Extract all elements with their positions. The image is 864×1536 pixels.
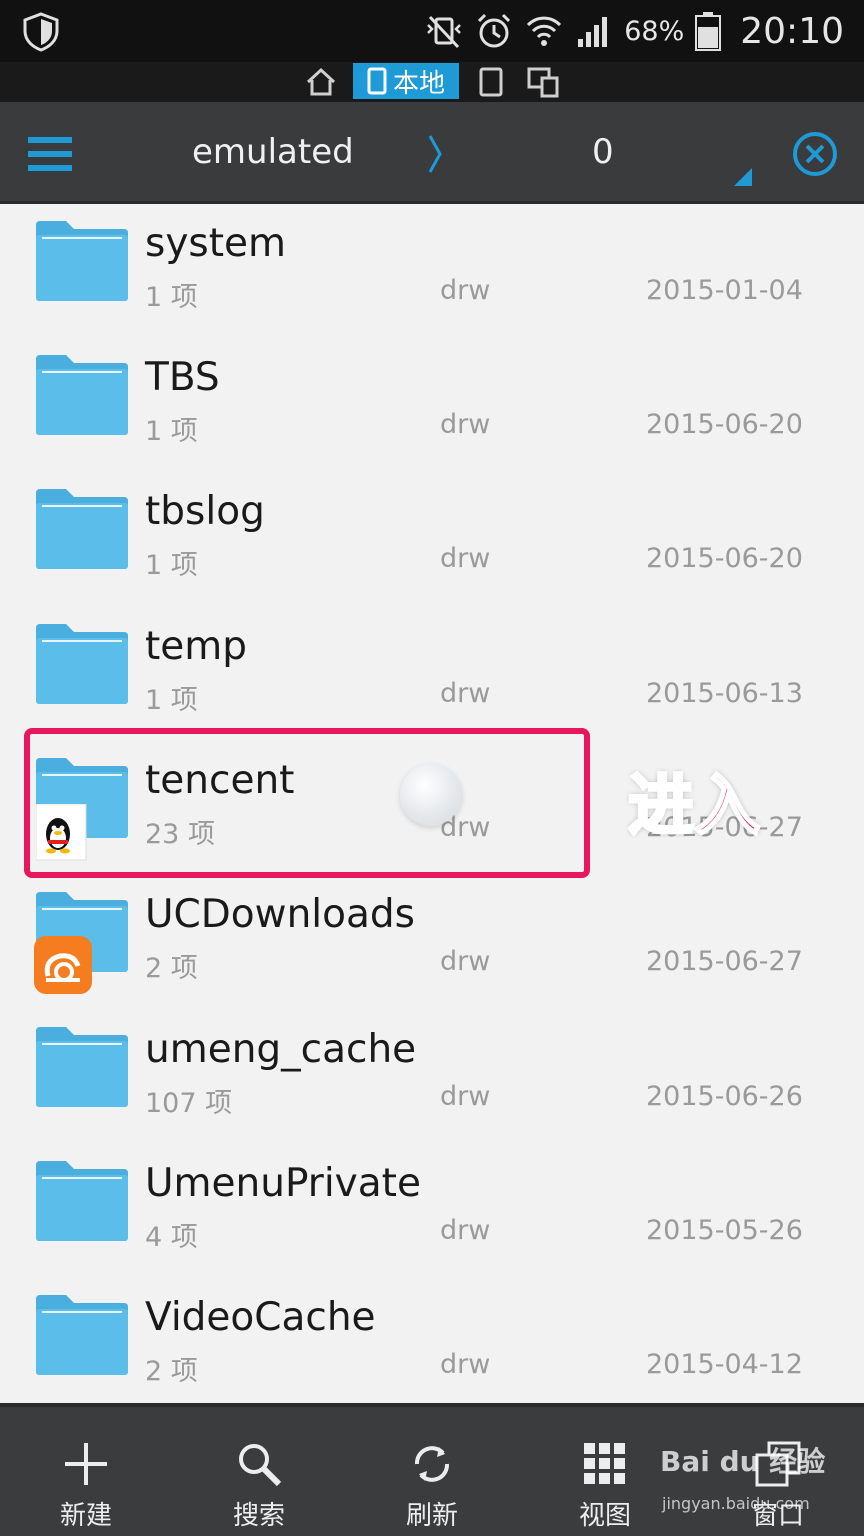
toolbar-button-search[interactable]: 搜索 [199,1407,319,1536]
tab-local[interactable]: 本地 [353,63,459,99]
breadcrumb-emulated[interactable]: emulated [192,132,354,172]
item-count: 1 项 [145,550,198,581]
refresh-icon [415,1446,449,1482]
grid-view-icon [584,1443,625,1484]
list-item[interactable]: UmenuPrivate 4 项 drw 2015-05-26 [0,1145,864,1279]
highlight-box [24,728,590,878]
touch-indicator [400,764,462,826]
uc-browser-icon [34,936,92,994]
file-name: TBS [145,355,220,400]
item-count: 1 项 [145,416,198,447]
vibrate-mute-icon [427,15,462,49]
battery-percent: 68% [624,15,685,47]
permissions: drw [440,678,491,709]
file-name: tbslog [145,489,265,534]
modified-date: 2015-04-12 [646,1349,803,1380]
path-bar: emulated 0 [0,102,864,204]
devices-icon[interactable] [526,66,560,98]
list-item[interactable]: VideoCache 2 项 drw 2015-04-12 [0,1279,864,1403]
toolbar-label: 搜索 [232,1501,285,1531]
item-count: 2 项 [145,953,198,984]
file-name: VideoCache [145,1295,376,1340]
file-name: UCDownloads [145,892,415,937]
signal-icon [578,17,608,47]
list-item[interactable]: system 1 项 drw 2015-01-04 [0,205,864,339]
battery-icon [695,12,722,51]
toolbar-button-refresh[interactable]: 刷新 [372,1407,492,1536]
toolbar-label: 视图 [578,1501,631,1531]
item-count: 1 项 [145,282,198,313]
close-icon[interactable] [792,131,838,177]
list-item[interactable]: TBS 1 项 drw 2015-06-20 [0,339,864,473]
list-item[interactable]: temp 1 项 drw 2015-06-13 [0,608,864,742]
chevron-right-icon [428,135,442,173]
permissions: drw [440,543,491,574]
folder-icon [36,355,128,435]
modified-date: 2015-01-04 [646,275,803,306]
location-tabs: 本地 [0,62,864,102]
dropdown-triangle-icon[interactable] [734,168,752,186]
shield-icon [23,12,59,52]
list-item[interactable]: tbslog 1 项 drw 2015-06-20 [0,473,864,607]
modified-date: 2015-06-20 [646,543,803,574]
item-count: 2 项 [145,1356,198,1387]
list-item[interactable]: umeng_cache 107 项 drw 2015-06-26 [0,1011,864,1145]
modified-date: 2015-05-26 [646,1215,803,1246]
permissions: drw [440,1349,491,1380]
folder-icon [36,1161,128,1241]
wifi-icon [527,16,562,46]
home-icon[interactable] [304,66,338,98]
menu-icon[interactable] [28,135,74,173]
permissions: drw [440,1081,491,1112]
folder-icon [36,1295,128,1375]
permissions: drw [440,1215,491,1246]
modified-date: 2015-06-26 [646,1081,803,1112]
folder-icon [36,1027,128,1107]
alarm-icon [478,13,511,48]
toolbar-label: 新建 [59,1501,112,1531]
plus-icon [65,1443,107,1485]
clock: 20:10 [740,10,844,52]
file-name: temp [145,624,248,669]
watermark-brand: Bai du 经验 [660,1445,826,1478]
phone-icon [367,67,387,95]
file-name: UmenuPrivate [145,1161,421,1206]
annotation-label: 进入 [627,766,762,846]
list-item[interactable]: UCDownloads 2 项 drw 2015-06-27 [0,876,864,1010]
folder-icon [36,624,128,704]
folder-icon [36,221,128,301]
status-bar: 68% 20:10 [0,0,864,62]
permissions: drw [440,275,491,306]
toolbar-button-grid-view[interactable]: 视图 [545,1407,665,1536]
item-count: 107 项 [145,1088,233,1119]
modified-date: 2015-06-20 [646,409,803,440]
file-name: system [145,221,286,266]
toolbar-label: 刷新 [405,1501,458,1531]
item-count: 1 项 [145,685,198,716]
breadcrumb-0[interactable]: 0 [592,132,614,172]
permissions: drw [440,946,491,977]
item-count: 4 项 [145,1222,198,1253]
tab-local-label: 本地 [392,68,445,99]
folder-icon [36,489,128,569]
tablet-icon[interactable] [478,66,504,98]
modified-date: 2015-06-27 [646,946,803,977]
watermark-url: jingyan.baidu.com [662,1494,810,1513]
permissions: drw [440,409,491,440]
modified-date: 2015-06-13 [646,678,803,709]
file-name: umeng_cache [145,1027,417,1072]
toolbar-button-plus[interactable]: 新建 [26,1407,146,1536]
search-icon [239,1444,282,1487]
